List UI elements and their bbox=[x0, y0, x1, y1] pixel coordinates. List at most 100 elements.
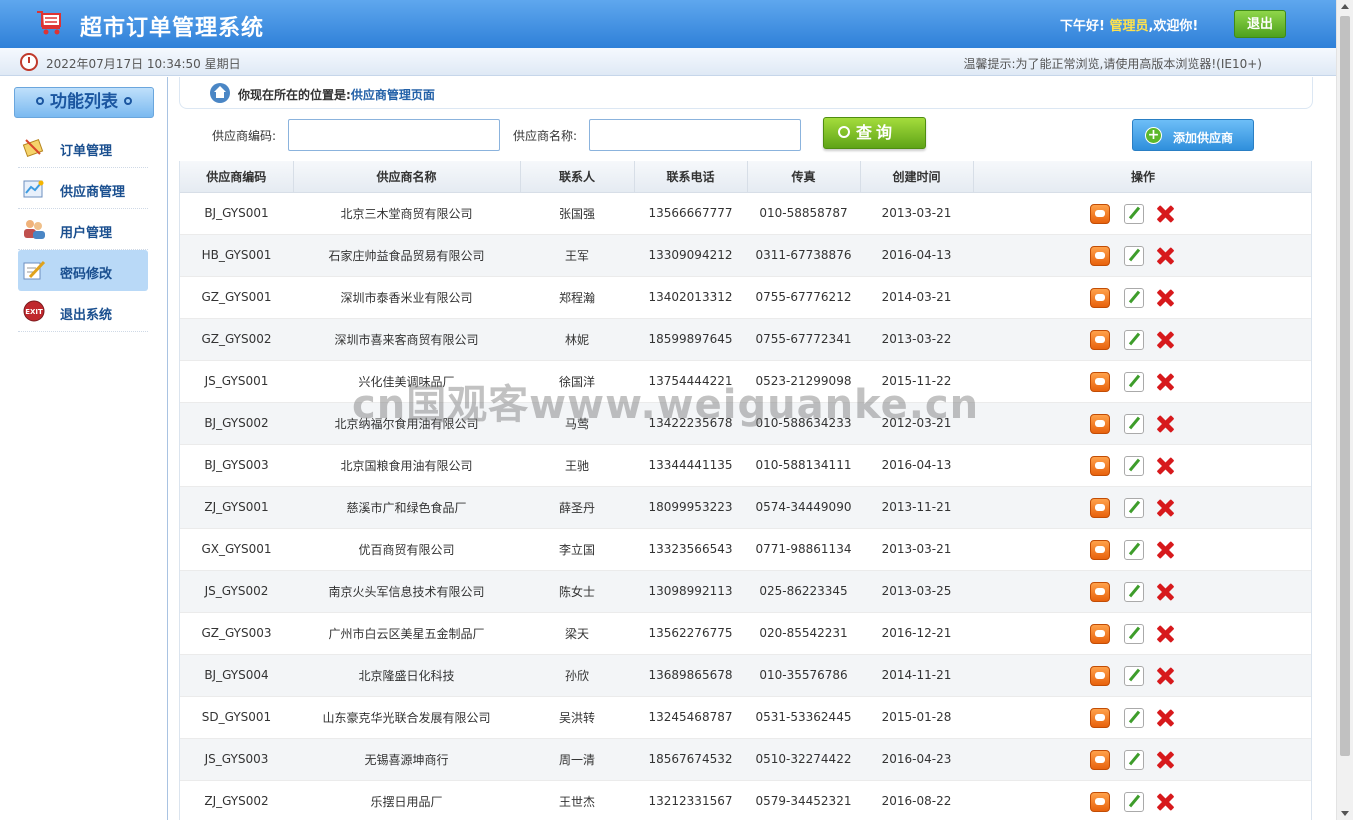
actions-cell bbox=[973, 612, 1311, 655]
bullet-icon bbox=[124, 97, 132, 105]
edit-icon[interactable] bbox=[1124, 539, 1144, 560]
table-row: ZJ_GYS002 乐摆日用品厂 王世杰 13212331567 0579-344523… bbox=[180, 780, 1311, 820]
delete-icon[interactable] bbox=[1155, 708, 1175, 728]
add-supplier-button[interactable]: + 添加供应商 bbox=[1132, 119, 1254, 151]
view-icon[interactable] bbox=[1090, 749, 1110, 770]
supplier-name-input[interactable] bbox=[589, 119, 801, 151]
table-row: GZ_GYS002 深圳市喜来客商贸有限公司 林妮 18599897645 0755-6… bbox=[180, 318, 1311, 361]
edit-icon[interactable] bbox=[1124, 371, 1144, 392]
edit-icon[interactable] bbox=[1124, 413, 1144, 434]
created-date-cell: 2013-03-21 bbox=[860, 192, 973, 235]
contact-cell: 林妮 bbox=[520, 318, 634, 361]
column-header: 联系人 bbox=[520, 161, 635, 193]
delete-icon[interactable] bbox=[1155, 582, 1175, 602]
sidebar-item-orders[interactable]: 订单管理 bbox=[18, 127, 148, 168]
actions-cell bbox=[973, 318, 1311, 361]
info-bar: 2022年07月17日 10:34:50 星期日 温馨提示:为了能正常浏览,请使… bbox=[0, 48, 1336, 76]
delete-icon[interactable] bbox=[1155, 330, 1175, 350]
table-row: BJ_GYS003 北京国粮食用油有限公司 王驰 13344441135 010-588… bbox=[180, 444, 1311, 487]
edit-icon[interactable] bbox=[1124, 749, 1144, 770]
clock-icon bbox=[20, 53, 38, 71]
created-date-cell: 2013-03-22 bbox=[860, 318, 973, 361]
supplier-table-container: 供应商编码 供应商名称 联系人 联系电话 传真 创建时间 操作 BJ_GYS00… bbox=[179, 161, 1312, 820]
delete-icon[interactable] bbox=[1155, 624, 1175, 644]
view-icon[interactable] bbox=[1090, 623, 1110, 644]
view-icon[interactable] bbox=[1090, 791, 1110, 812]
edit-icon[interactable] bbox=[1124, 665, 1144, 686]
view-icon[interactable] bbox=[1090, 245, 1110, 266]
view-icon[interactable] bbox=[1090, 371, 1110, 392]
edit-icon[interactable] bbox=[1124, 287, 1144, 308]
sidebar-item-exit[interactable]: EXIT 退出系统 bbox=[18, 291, 148, 332]
created-date-cell: 2016-04-13 bbox=[860, 234, 973, 277]
supplier-name-cell: 广州市白云区美星五金制品厂 bbox=[293, 612, 520, 655]
scroll-up-arrow-icon[interactable] bbox=[1341, 4, 1349, 9]
delete-icon[interactable] bbox=[1155, 372, 1175, 392]
delete-icon[interactable] bbox=[1155, 204, 1175, 224]
view-icon[interactable] bbox=[1090, 287, 1110, 308]
greeting-text: 下午好! bbox=[1060, 19, 1105, 34]
delete-icon[interactable] bbox=[1155, 246, 1175, 266]
view-icon[interactable] bbox=[1090, 329, 1110, 350]
edit-icon[interactable] bbox=[1124, 497, 1144, 518]
view-icon[interactable] bbox=[1090, 665, 1110, 686]
supplier-code-input[interactable] bbox=[288, 119, 500, 151]
delete-icon[interactable] bbox=[1155, 498, 1175, 518]
shopping-cart-icon bbox=[37, 11, 61, 35]
edit-icon[interactable] bbox=[1124, 245, 1144, 266]
edit-icon[interactable] bbox=[1124, 707, 1144, 728]
delete-icon[interactable] bbox=[1155, 456, 1175, 476]
sidebar: 功能列表 订单管理 供应商管理 用户管理 密码修改 EXIT 退出系统 bbox=[0, 77, 168, 820]
created-date-cell: 2016-04-13 bbox=[860, 444, 973, 487]
edit-icon[interactable] bbox=[1124, 581, 1144, 602]
view-icon[interactable] bbox=[1090, 707, 1110, 728]
fax-cell: 020-85542231 bbox=[747, 612, 860, 655]
delete-icon[interactable] bbox=[1155, 414, 1175, 434]
view-icon[interactable] bbox=[1090, 581, 1110, 602]
scroll-down-arrow-icon[interactable] bbox=[1341, 811, 1349, 816]
view-icon[interactable] bbox=[1090, 539, 1110, 560]
delete-icon[interactable] bbox=[1155, 540, 1175, 560]
sidebar-item-label: 退出系统 bbox=[60, 308, 113, 323]
view-icon[interactable] bbox=[1090, 455, 1110, 476]
sidebar-item-password[interactable]: 密码修改 bbox=[18, 250, 148, 291]
delete-icon[interactable] bbox=[1155, 288, 1175, 308]
contact-cell: 张国强 bbox=[520, 192, 634, 235]
supplier-icon bbox=[23, 180, 44, 198]
query-button[interactable]: 查询 bbox=[823, 117, 926, 149]
current-datetime: 2022年07月17日 10:34:50 星期日 bbox=[46, 57, 241, 71]
delete-icon[interactable] bbox=[1155, 792, 1175, 812]
created-date-cell: 2013-03-21 bbox=[860, 528, 973, 571]
edit-icon[interactable] bbox=[1124, 203, 1144, 224]
view-icon[interactable] bbox=[1090, 497, 1110, 518]
logout-button[interactable]: 退出 bbox=[1234, 10, 1286, 38]
contact-cell: 李立国 bbox=[520, 528, 634, 571]
created-date-cell: 2016-04-23 bbox=[860, 738, 973, 781]
delete-icon[interactable] bbox=[1155, 750, 1175, 770]
contact-cell: 王军 bbox=[520, 234, 634, 277]
contact-cell: 梁天 bbox=[520, 612, 634, 655]
contact-cell: 吴洪转 bbox=[520, 696, 634, 739]
supplier-code-cell: BJ_GYS002 bbox=[180, 402, 293, 445]
fax-cell: 0574-34449090 bbox=[747, 486, 860, 529]
created-date-cell: 2016-12-21 bbox=[860, 612, 973, 655]
password-icon bbox=[23, 260, 46, 280]
edit-icon[interactable] bbox=[1124, 455, 1144, 476]
sidebar-item-suppliers[interactable]: 供应商管理 bbox=[18, 168, 148, 209]
sidebar-item-users[interactable]: 用户管理 bbox=[18, 209, 148, 250]
fax-cell: 0755-67776212 bbox=[747, 276, 860, 319]
view-icon[interactable] bbox=[1090, 203, 1110, 224]
delete-icon[interactable] bbox=[1155, 666, 1175, 686]
vertical-scrollbar[interactable] bbox=[1336, 0, 1353, 820]
edit-icon[interactable] bbox=[1124, 329, 1144, 350]
supplier-code-cell: JS_GYS002 bbox=[180, 570, 293, 613]
breadcrumb-current-page[interactable]: 供应商管理页面 bbox=[351, 88, 435, 102]
actions-cell bbox=[973, 780, 1311, 820]
view-icon[interactable] bbox=[1090, 413, 1110, 434]
scroll-thumb[interactable] bbox=[1340, 16, 1350, 756]
edit-icon[interactable] bbox=[1124, 623, 1144, 644]
sidebar-title: 功能列表 bbox=[14, 87, 154, 118]
created-date-cell: 2014-03-21 bbox=[860, 276, 973, 319]
edit-icon[interactable] bbox=[1124, 791, 1144, 812]
supplier-code-cell: GZ_GYS002 bbox=[180, 318, 293, 361]
